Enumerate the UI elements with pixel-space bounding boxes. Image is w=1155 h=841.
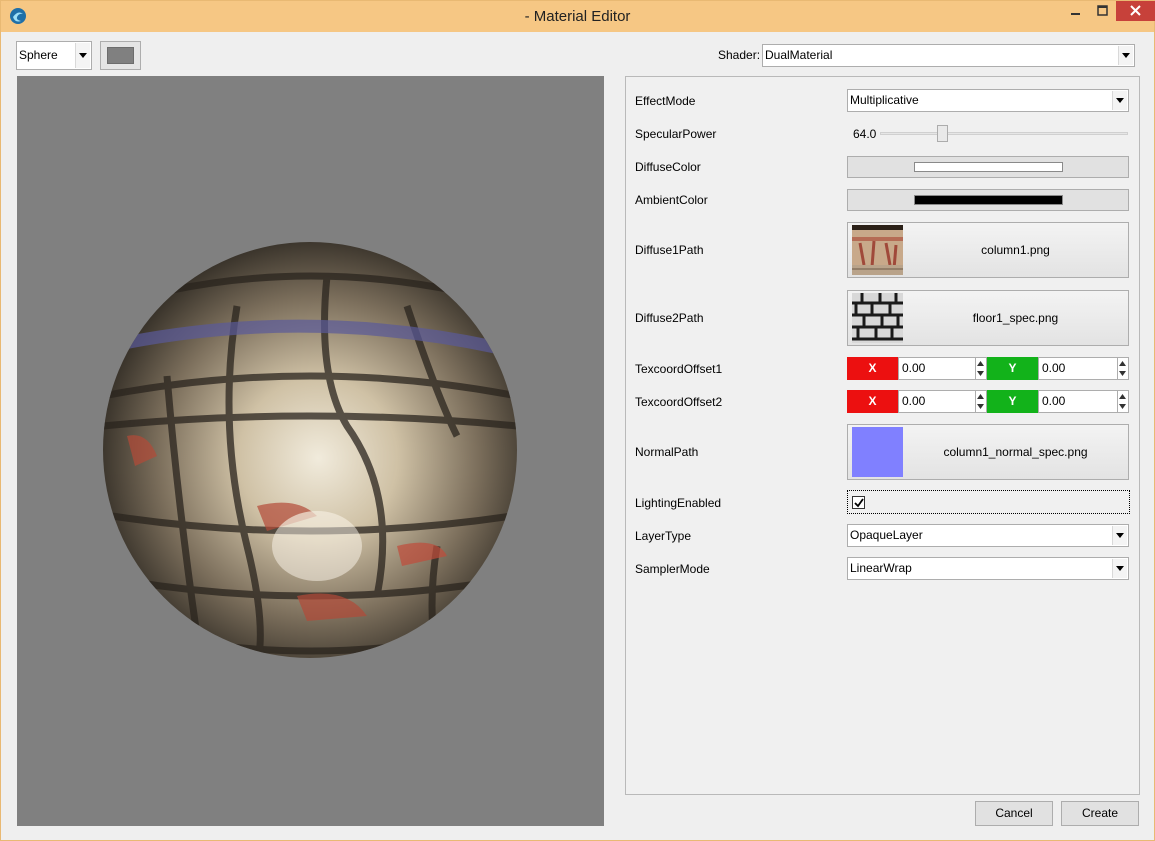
normal-path-button[interactable]: column1_normal_spec.png [847,424,1129,480]
lighting-enabled-checkbox[interactable] [852,496,865,509]
texcoord-offset2-label: TexcoordOffset2 [635,395,723,409]
effect-mode-value: Multiplicative [850,93,919,107]
minimize-button[interactable] [1061,1,1089,21]
ambient-color-label: AmbientColor [635,193,708,207]
diffuse1-file-name: column1.png [981,243,1050,257]
texcoord-offset2-y-stepper[interactable] [1118,390,1129,413]
texcoord-offset1-x-stepper[interactable] [976,357,987,380]
material-editor-window: - Material Editor Sphere Shader: DualMat… [0,0,1155,841]
maximize-icon [1097,5,1108,16]
spin-arrows-icon [977,394,984,409]
specular-power-slider-thumb[interactable] [937,125,948,142]
diffuse2-path-label: Diffuse2Path [635,311,704,325]
diffuse2-file-name: floor1_spec.png [972,311,1059,325]
lighting-enabled-label: LightingEnabled [635,496,722,510]
texcoord-offset2-x-label: X [847,390,898,413]
layer-type-label: LayerType [635,529,692,543]
sampler-mode-value: LinearWrap [850,561,912,575]
spin-arrows-icon [1119,361,1126,376]
diffuse2-path-button[interactable]: floor1_spec.png [847,290,1129,346]
specular-power-slider-track[interactable] [880,132,1128,135]
specular-power-value: 64.0 [853,127,877,141]
background-color-swatch [107,47,134,64]
chevron-down-icon [1122,53,1130,58]
shader-label: Shader: [718,48,761,62]
texcoord-offset1-y-stepper[interactable] [1118,357,1129,380]
geometry-select[interactable]: Sphere [16,41,92,70]
chevron-down-icon [1116,98,1124,103]
layer-type-select[interactable]: OpaqueLayer [847,524,1129,547]
shader-dropdown-arrow[interactable] [1118,46,1133,65]
diffuse-color-swatch [914,162,1063,172]
create-button[interactable]: Create [1061,801,1139,826]
window-title: - Material Editor [524,8,631,25]
geometry-select-value: Sphere [19,48,58,62]
geometry-dropdown-arrow[interactable] [75,43,90,68]
spin-arrows-icon [1119,394,1126,409]
effect-mode-dropdown-arrow[interactable] [1112,91,1127,110]
specular-power-label: SpecularPower [635,127,717,141]
lighting-enabled-field[interactable] [847,490,1130,514]
diffuse1-path-label: Diffuse1Path [635,243,704,257]
diffuse-color-button[interactable] [847,156,1129,178]
cancel-button[interactable]: Cancel [975,801,1053,826]
chevron-down-icon [1116,566,1124,571]
title-bar: - Material Editor [1,1,1155,32]
normal-texture-thumbnail [852,427,903,477]
chevron-down-icon [1116,533,1124,538]
ambient-color-swatch [914,195,1063,205]
close-icon [1130,5,1141,16]
texcoord-offset1-y-input[interactable]: 0.00 [1038,357,1118,380]
diffuse2-texture-thumbnail [852,293,903,343]
preview-viewport[interactable] [17,76,604,826]
app-logo-icon [10,8,26,24]
texcoord-offset2-y-input[interactable]: 0.00 [1038,390,1118,413]
texcoord-offset2-x-input[interactable]: 0.00 [898,390,976,413]
texcoord-offset1-label: TexcoordOffset1 [635,362,723,376]
texcoord-offset1-y-value: 0.00 [1042,361,1066,375]
sampler-mode-label: SamplerMode [635,562,710,576]
normal-path-label: NormalPath [635,445,699,459]
background-color-button[interactable] [100,41,141,70]
shader-select-value: DualMaterial [765,48,833,62]
diffuse1-texture-thumbnail [852,225,903,275]
texcoord-offset2-x-value: 0.00 [902,394,926,408]
diffuse1-path-button[interactable]: column1.png [847,222,1129,278]
layer-type-dropdown-arrow[interactable] [1112,526,1127,545]
texcoord-offset2-y-value: 0.00 [1042,394,1066,408]
close-button[interactable] [1116,1,1155,21]
material-preview-sphere[interactable] [17,76,604,826]
sampler-mode-dropdown-arrow[interactable] [1112,559,1127,578]
texcoord-offset1-y-label: Y [987,357,1038,380]
diffuse-color-label: DiffuseColor [635,160,701,174]
texcoord-offset1-x-label: X [847,357,898,380]
effect-mode-select[interactable]: Multiplicative [847,89,1129,112]
texcoord-offset2-y-label: Y [987,390,1038,413]
minimize-icon [1071,13,1080,15]
sampler-mode-select[interactable]: LinearWrap [847,557,1129,580]
spin-arrows-icon [977,361,984,376]
chevron-down-icon [79,53,87,58]
texcoord-offset1-x-input[interactable]: 0.00 [898,357,976,380]
shader-select[interactable]: DualMaterial [762,44,1135,67]
ambient-color-button[interactable] [847,189,1129,211]
texcoord-offset2-x-stepper[interactable] [976,390,987,413]
maximize-button[interactable] [1089,1,1116,21]
normal-file-name: column1_normal_spec.png [943,445,1088,459]
effect-mode-label: EffectMode [635,94,696,108]
checkmark-icon [854,498,864,508]
texcoord-offset1-x-value: 0.00 [902,361,926,375]
layer-type-value: OpaqueLayer [850,528,923,542]
